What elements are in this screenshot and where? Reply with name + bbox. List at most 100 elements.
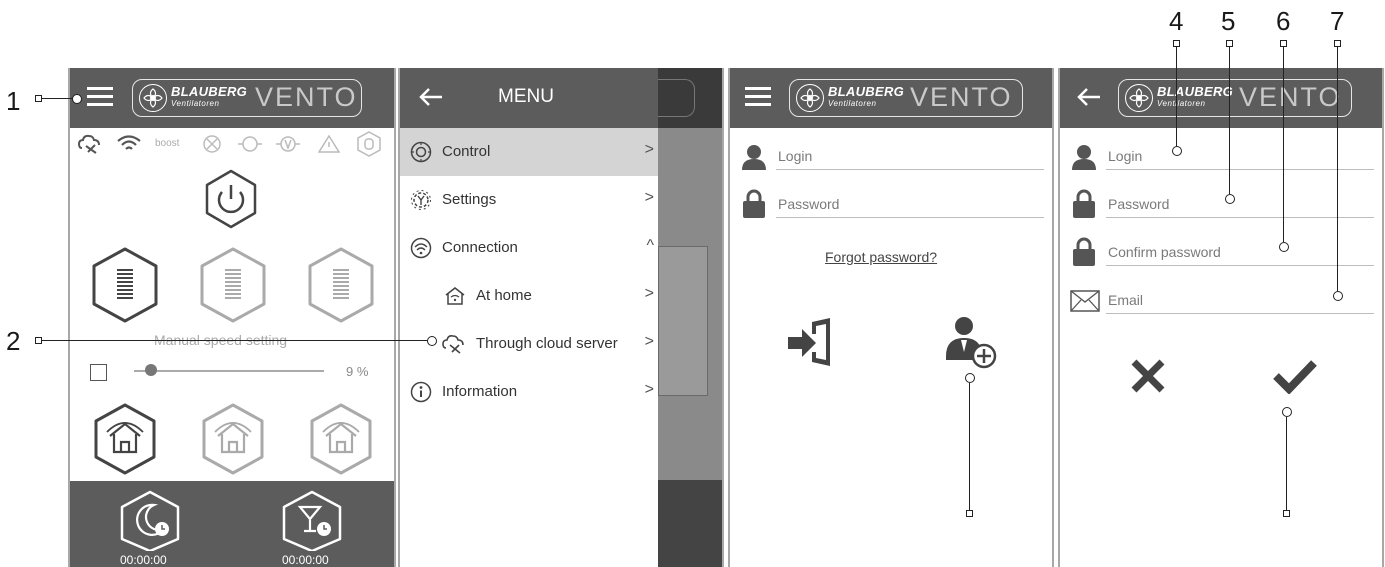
chevron-right-icon: > xyxy=(644,381,654,398)
menu-screen-panel: MENU Control > Settings > Connection ^ A… xyxy=(398,68,724,567)
register-screen-panel: BLAUBERG Ventilatoren VENTO Login Passwo… xyxy=(1058,68,1384,567)
fan-status-icon xyxy=(202,134,222,159)
party-timer-button[interactable] xyxy=(280,489,344,556)
password-input[interactable]: Password xyxy=(778,196,839,212)
callout-4-marker xyxy=(1173,40,1180,47)
register-password-underline xyxy=(1106,217,1374,218)
password-underline xyxy=(776,217,1044,218)
alarm-status-icon xyxy=(317,134,341,159)
timer-footer: 00:00:00 00:00:00 xyxy=(70,481,394,567)
callout-4-line xyxy=(1176,47,1177,146)
lock-icon xyxy=(1072,188,1096,223)
speed-3-button[interactable] xyxy=(306,246,376,329)
main-screen-panel: BLAUBERG Ventilatoren VENTO boost Manual… xyxy=(68,68,396,567)
cloud-server-icon xyxy=(442,333,466,360)
lock-icon xyxy=(742,188,766,223)
manual-speed-checkbox[interactable] xyxy=(90,364,107,381)
menu-item-control[interactable]: Control > xyxy=(400,128,658,176)
callout-6-marker xyxy=(1280,40,1287,47)
menu-item-label: Through cloud server xyxy=(476,335,618,352)
callout-8-line xyxy=(1286,417,1287,510)
info-icon xyxy=(410,381,432,408)
callout-3-marker xyxy=(966,510,973,517)
menu-item-information[interactable]: Information > xyxy=(400,368,658,416)
hamburger-icon[interactable] xyxy=(745,87,771,107)
callout-8-anchor xyxy=(1282,407,1292,417)
speed-slider-track[interactable] xyxy=(134,370,324,372)
cloud-status-icon xyxy=(77,134,102,159)
mode-supply-button[interactable] xyxy=(308,402,374,481)
night-timer-value: 00:00:00 xyxy=(120,553,167,567)
hamburger-icon[interactable] xyxy=(87,87,113,107)
callout-2-line xyxy=(42,340,430,341)
night-timer-button[interactable] xyxy=(118,489,182,556)
back-arrow-icon[interactable] xyxy=(418,86,444,113)
chevron-right-icon: > xyxy=(644,189,654,206)
add-user-icon[interactable] xyxy=(944,316,998,375)
sign-in-icon[interactable] xyxy=(786,318,834,373)
login-screen-panel: BLAUBERG Ventilatoren VENTO Login Passwo… xyxy=(728,68,1054,567)
email-underline xyxy=(1106,313,1374,314)
callout-5: 5 xyxy=(1221,6,1236,36)
callout-7-marker xyxy=(1334,40,1341,47)
menu-item-cloud-server[interactable]: Through cloud server > xyxy=(400,320,658,368)
speed-2-button[interactable] xyxy=(198,246,268,329)
chevron-right-icon: > xyxy=(644,333,654,350)
back-arrow-icon[interactable] xyxy=(1076,86,1102,113)
lock-icon xyxy=(1072,236,1096,271)
callout-2-marker xyxy=(35,337,42,344)
confirm-password-underline xyxy=(1106,265,1374,266)
valve-status-icon xyxy=(276,134,300,159)
callout-1-marker xyxy=(35,95,42,102)
fan-logo-icon xyxy=(139,84,167,112)
callout-4-anchor xyxy=(1172,146,1182,156)
callout-7-anchor xyxy=(1333,291,1343,301)
callout-1-line xyxy=(42,98,73,99)
connection-wifi-icon xyxy=(410,237,432,264)
product-name: VENTO xyxy=(1239,82,1342,112)
email-envelope-icon xyxy=(1070,290,1100,317)
brand-sub: Ventilatoren xyxy=(828,99,877,108)
filter-status-icon xyxy=(356,130,382,163)
chevron-up-icon: ^ xyxy=(646,237,654,254)
callout-6: 6 xyxy=(1276,6,1291,36)
chevron-right-icon: > xyxy=(644,141,654,158)
callout-2-anchor xyxy=(427,336,437,346)
confirm-password-input[interactable]: Confirm password xyxy=(1108,244,1221,260)
callout-2: 2 xyxy=(6,326,21,356)
main-header: BLAUBERG Ventilatoren VENTO xyxy=(70,68,394,128)
menu-item-at-home[interactable]: At home > xyxy=(400,272,658,320)
callout-8-marker xyxy=(1283,510,1290,517)
mode-ventilation-button[interactable] xyxy=(92,402,158,481)
control-icon xyxy=(410,141,432,168)
menu-item-settings[interactable]: Settings > xyxy=(400,176,658,224)
vento-logo: BLAUBERG Ventilatoren VENTO xyxy=(789,79,1023,117)
callout-7: 7 xyxy=(1330,6,1345,36)
product-name: VENTO xyxy=(910,82,1013,112)
cancel-x-icon[interactable] xyxy=(1130,358,1166,399)
mode-regeneration-button[interactable] xyxy=(200,402,266,481)
callout-1-anchor xyxy=(72,94,82,104)
callout-5-marker xyxy=(1226,40,1233,47)
callout-5-line xyxy=(1229,47,1230,194)
power-button[interactable] xyxy=(200,168,262,235)
boost-status: boost xyxy=(155,138,180,149)
confirm-check-icon[interactable] xyxy=(1272,358,1318,399)
menu-item-label: Information xyxy=(442,383,518,400)
register-login-input[interactable]: Login xyxy=(1108,148,1142,164)
speed-slider-thumb[interactable] xyxy=(145,364,158,376)
brand-name: BLAUBERG xyxy=(828,84,905,99)
forgot-password-link[interactable]: Forgot password? xyxy=(825,249,937,265)
menu-item-connection[interactable]: Connection ^ xyxy=(400,224,658,272)
email-input[interactable]: Email xyxy=(1108,292,1143,308)
login-input[interactable]: Login xyxy=(778,148,812,164)
brand-sub: Ventilatoren xyxy=(171,99,220,108)
speed-1-button[interactable] xyxy=(90,246,160,329)
fan-logo-icon xyxy=(796,84,824,112)
menu-item-label: Connection xyxy=(442,239,518,256)
register-password-input[interactable]: Password xyxy=(1108,196,1169,212)
callout-5-anchor xyxy=(1225,194,1235,204)
vento-logo: BLAUBERG Ventilatoren VENTO xyxy=(1118,79,1352,117)
login-underline xyxy=(776,169,1044,170)
menu-header: MENU xyxy=(400,68,658,128)
